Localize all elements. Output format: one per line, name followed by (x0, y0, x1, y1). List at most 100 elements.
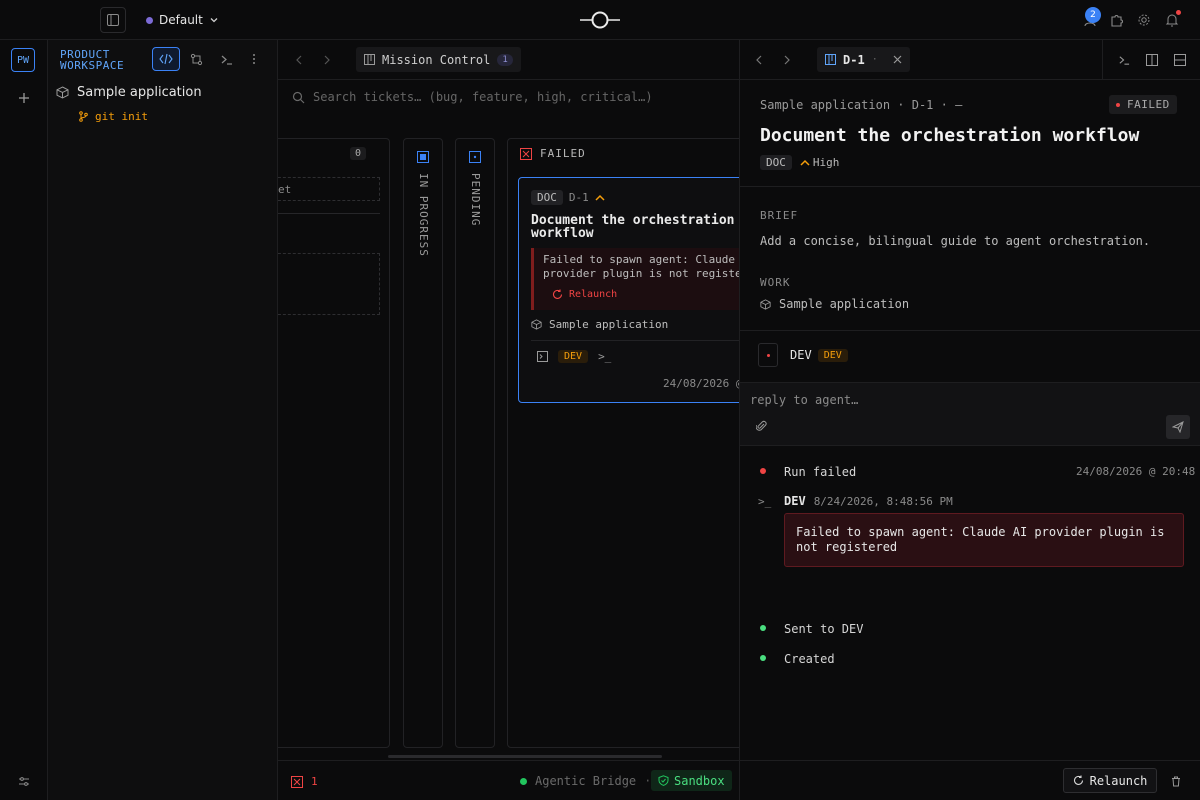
failed-icon (291, 775, 303, 788)
app-logo (578, 8, 622, 32)
failed-count-indicator[interactable]: 1 (291, 775, 318, 788)
workspace-selector[interactable]: Default (146, 11, 219, 29)
board-scrollbar[interactable] (388, 755, 662, 758)
more-options-button[interactable] (244, 49, 264, 69)
new-ticket-fragment: et (278, 182, 292, 196)
notification-badge: 2 (1085, 7, 1101, 23)
toggle-sidebar-button[interactable] (100, 7, 126, 33)
tab-d-1[interactable]: D-1 · (817, 47, 910, 72)
terminal-view-button[interactable] (216, 49, 236, 69)
plugins-button[interactable] (1107, 10, 1127, 30)
workspace-badge[interactable]: PW (11, 48, 35, 72)
status-badge: FAILED (1109, 95, 1177, 114)
terminal-icon (221, 55, 232, 65)
relaunch-button[interactable]: Relaunch (1063, 768, 1157, 793)
ticket-search[interactable]: Search tickets… (bug, feature, high, cri… (292, 90, 653, 104)
timeline-dot-icon (760, 625, 766, 631)
board-footer: 1 Agentic Bridge · Sandbox (278, 760, 739, 800)
dev-label: DEV (784, 494, 806, 508)
delete-button[interactable] (1168, 772, 1184, 790)
close-icon[interactable] (893, 55, 902, 64)
git-init-label: git init (95, 110, 148, 123)
logo-icon (580, 11, 620, 29)
column-count: 0 (350, 147, 367, 160)
project-item[interactable]: Sample application (56, 85, 202, 100)
git-branch-icon (79, 111, 88, 122)
chevron-right-icon (324, 55, 330, 65)
card-title: Document the orchestration workflow (531, 213, 735, 241)
detail-back-button[interactable] (750, 50, 768, 70)
agent-name: DEV (790, 348, 812, 362)
split-vertical-button[interactable] (1142, 50, 1162, 70)
ticket-board: Mission Control 1 Search tickets… (bug, … (278, 40, 740, 800)
chevron-right-icon (784, 55, 790, 65)
terminal-icon (1119, 56, 1130, 65)
git-init-action[interactable]: git init (78, 110, 148, 123)
add-workspace-button[interactable] (14, 88, 34, 108)
detail-forward-button[interactable] (778, 50, 796, 70)
ticket-card[interactable]: DOC D-1 Document the orchestration workf… (518, 177, 740, 403)
more-vertical-icon (253, 54, 255, 64)
board-icon (364, 54, 375, 65)
send-button[interactable] (1166, 415, 1190, 439)
split-horizontal-button[interactable] (1170, 50, 1190, 70)
detail-terminal-button[interactable] (1114, 50, 1134, 70)
work-project-name: Sample application (779, 297, 910, 311)
column-in-progress-label: IN PROGRESS (417, 173, 430, 257)
forward-button[interactable] (318, 50, 336, 70)
card-project: Sample application (531, 318, 668, 331)
card-meta: DOC D-1 (531, 190, 605, 205)
agents-button[interactable]: 2 (1080, 7, 1101, 30)
search-input[interactable]: Search tickets… (bug, feature, high, cri… (313, 90, 653, 104)
relaunch-label: Relaunch (1089, 773, 1148, 788)
new-ticket-slot[interactable]: et (278, 177, 380, 201)
card-error-box: Failed to spawn agent: Claude AI provide… (531, 248, 740, 310)
tab-d-1-label: D-1 (843, 52, 865, 67)
priority-label: High (812, 156, 840, 169)
top-bar: Default 2 (0, 0, 1200, 40)
ticket-title: Document the orchestration workflow (760, 125, 1140, 146)
rows-icon (1174, 54, 1186, 66)
chevron-left-icon (756, 55, 762, 65)
chevron-down-icon (210, 18, 218, 23)
bell-icon (1165, 14, 1179, 27)
timeline-dot-icon (760, 468, 766, 474)
reply-input[interactable]: reply to agent… (750, 393, 858, 407)
run-failed-label: Run failed (784, 465, 857, 479)
brief-heading: BRIEF (760, 209, 799, 222)
section-divider (740, 330, 1200, 331)
ticket-breadcrumb: Sample application · D-1 · — (760, 98, 963, 112)
card-error-text: Failed to spawn agent: Claude AI provide… (543, 253, 740, 280)
status-label: FAILED (1127, 98, 1170, 111)
detail-header: D-1 · (740, 40, 1200, 80)
column-pending[interactable]: PENDING (455, 138, 495, 748)
code-view-button[interactable] (152, 47, 180, 71)
work-project[interactable]: Sample application (760, 297, 909, 311)
sliders-icon (19, 777, 29, 786)
settings-button[interactable] (1134, 10, 1154, 30)
preferences-button[interactable] (14, 772, 34, 792)
tab-mission-control-label: Mission Control (382, 52, 491, 67)
card-divider (531, 340, 739, 341)
work-heading: WORK (760, 276, 791, 289)
agent-status-dot-icon (766, 353, 770, 357)
paperclip-icon[interactable] (756, 420, 767, 432)
puzzle-icon (1111, 15, 1123, 27)
header-divider (1102, 40, 1103, 80)
bridge-label: Agentic Bridge (535, 774, 637, 788)
sandbox-badge[interactable]: Sandbox (651, 770, 732, 791)
drop-zone (278, 253, 380, 315)
brief-text: Add a concise, bilingual guide to agent … (760, 234, 1151, 248)
back-button[interactable] (290, 50, 308, 70)
tab-separator: · (871, 54, 878, 65)
notifications-button[interactable] (1162, 10, 1182, 30)
column-in-progress[interactable]: IN PROGRESS (403, 138, 443, 748)
git-view-button[interactable] (186, 49, 206, 69)
tab-mission-control[interactable]: Mission Control 1 (356, 47, 521, 72)
unread-dot-icon (1176, 10, 1181, 15)
card-relaunch-button[interactable]: Relaunch (552, 289, 617, 300)
agent-row: DEV DEV (758, 343, 848, 367)
timeline-dot-icon (760, 655, 766, 661)
cube-icon (531, 319, 542, 330)
refresh-icon (1073, 775, 1083, 785)
